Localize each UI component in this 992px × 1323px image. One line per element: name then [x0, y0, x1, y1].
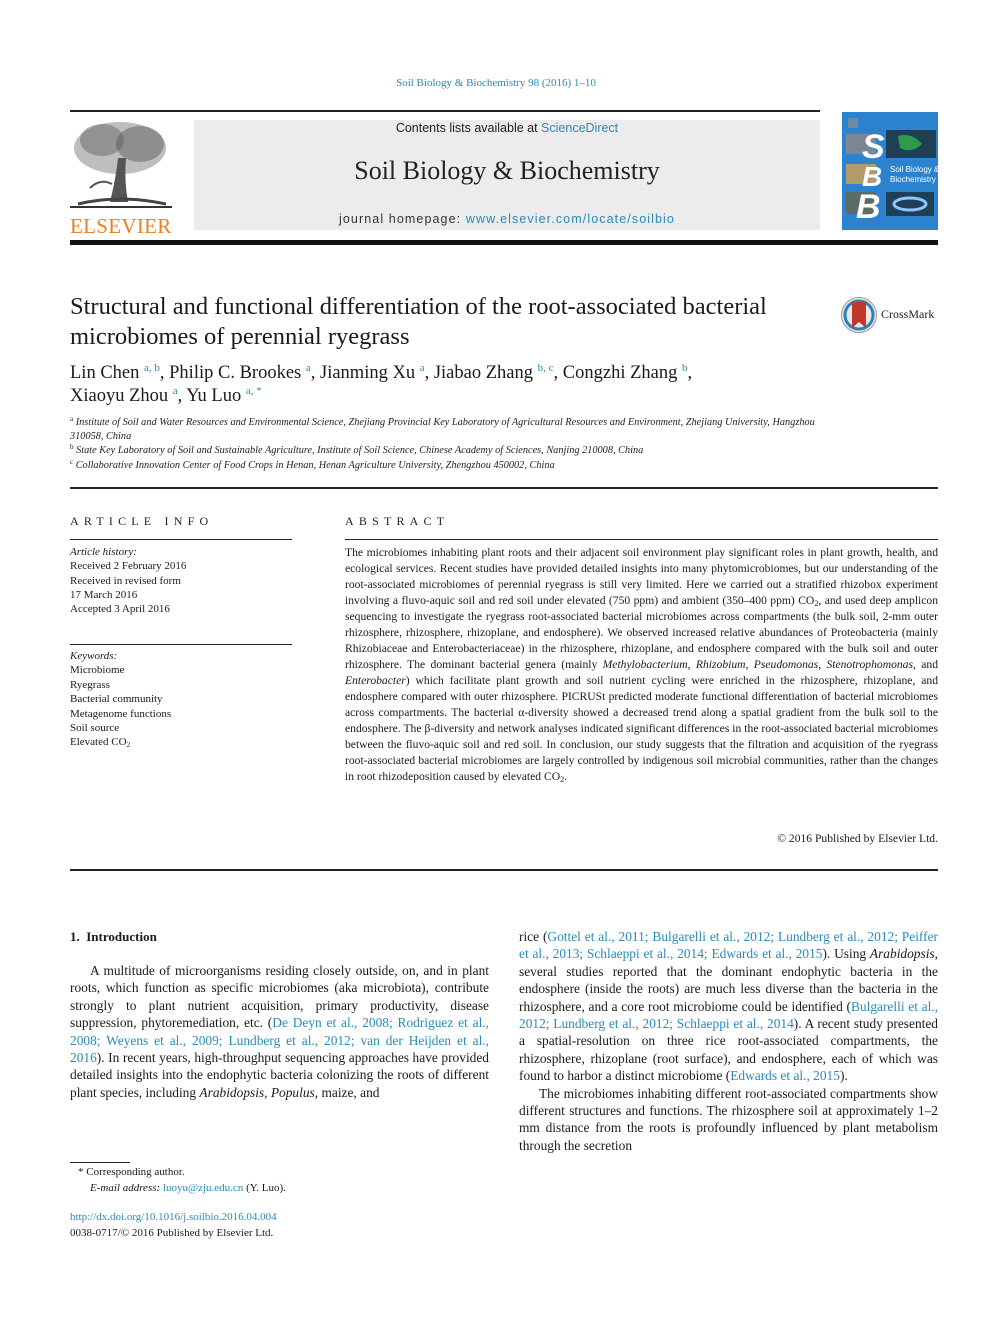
cover-letter-b2: B	[856, 188, 881, 226]
cover-title-line2: Biochemistry	[890, 175, 936, 184]
author[interactable]: Yu Luo a, *	[186, 385, 262, 407]
keyword-item: Ryegrass	[70, 678, 110, 691]
history-item: Accepted 3 April 2016	[70, 603, 170, 616]
history-item: Received in revised form	[70, 574, 181, 587]
author-affiliation-mark[interactable]: b, c	[538, 362, 554, 374]
keywords-label: Keywords:	[70, 650, 118, 662]
author[interactable]: Xiaoyu Zhou a	[70, 386, 178, 407]
article-history-label: Article history:	[70, 546, 137, 558]
elsevier-logo[interactable]: ELSEVIER	[70, 118, 172, 238]
footnotes: * Corresponding author. E-mail address: …	[70, 1165, 390, 1196]
journal-cover-art: S B B Soil Biology & Biochemistry	[842, 112, 938, 230]
author[interactable]: Congzhi Zhang b	[563, 363, 688, 384]
email-link[interactable]: luoyu@zju.edu.cn	[163, 1182, 243, 1194]
corresponding-author-note: * Corresponding author.	[78, 1166, 185, 1178]
journal-homepage-link[interactable]: www.elsevier.com/locate/soilbio	[466, 212, 675, 226]
author-list: Lin Chen a, b, Philip C. Brookes a, Jian…	[70, 362, 693, 407]
footnote-rule	[70, 1162, 130, 1163]
citation-link[interactable]: Edwards et al., 2015	[730, 1068, 840, 1083]
masthead-top-rule	[70, 110, 820, 112]
crossmark-label: CrossMark	[881, 307, 935, 321]
introduction-paragraph: A multitude of microorganisms residing c…	[70, 963, 489, 1100]
introduction-paragraph: The microbiomes inhabiting different roo…	[519, 1085, 938, 1153]
keywords: Keywords: Microbiome Ryegrass Bacterial …	[70, 649, 292, 750]
elsevier-wordmark: ELSEVIER	[70, 214, 172, 238]
sciencedirect-link[interactable]: ScienceDirect	[541, 121, 618, 135]
article-history: Article history: Received 2 February 201…	[70, 545, 292, 616]
affiliation-item: a Institute of Soil and Water Resources …	[70, 415, 815, 443]
history-item: 17 March 2016	[70, 588, 138, 601]
doi-link[interactable]: http://dx.doi.org/10.1016/j.soilbio.2016…	[70, 1210, 390, 1226]
homepage-prefix: journal homepage:	[338, 212, 466, 226]
crossmark-icon	[841, 297, 877, 333]
keyword-item: Elevated CO2	[70, 736, 131, 750]
author[interactable]: Jianming Xu a	[320, 363, 425, 384]
email-note: E-mail address: luoyu@zju.edu.cn (Y. Luo…	[90, 1181, 286, 1194]
cover-title-line1: Soil Biology &	[890, 165, 938, 174]
affiliations: a Institute of Soil and Water Resources …	[70, 416, 830, 473]
elsevier-tree-icon	[70, 118, 172, 210]
journal-homepage-line: journal homepage: www.elsevier.com/locat…	[194, 212, 820, 226]
affiliation-item: b State Key Laboratory of Soil and Susta…	[70, 443, 644, 457]
author-affiliation-mark[interactable]: a, b	[144, 362, 160, 374]
introduction-paragraph: rice (Gottel et al., 2011; Bulgarelli et…	[519, 929, 938, 1084]
issn-copyright: 0038-0717/© 2016 Published by Elsevier L…	[70, 1226, 274, 1239]
history-item: Received 2 February 2016	[70, 560, 187, 573]
keyword-item: Microbiome	[70, 664, 125, 677]
running-head-citation[interactable]: Soil Biology & Biochemistry 98 (2016) 1–…	[0, 77, 992, 89]
affiliation-item: c Collaborative Innovation Center of Foo…	[70, 457, 555, 471]
author[interactable]: Lin Chen a, b	[70, 362, 160, 384]
introduction-right-column: rice (Gottel et al., 2011; Bulgarelli et…	[519, 928, 938, 1154]
crossmark-badge[interactable]: CrossMark	[840, 296, 940, 334]
author-affiliation-mark[interactable]: a, *	[246, 385, 262, 397]
keywords-rule	[70, 644, 292, 645]
section-divider	[70, 869, 938, 871]
journal-masthead: Contents lists available at ScienceDirec…	[194, 120, 820, 230]
abstract-body: The microbiomes inhabiting plant roots a…	[345, 546, 938, 784]
journal-title: Soil Biology & Biochemistry	[354, 156, 660, 185]
author[interactable]: Jiabao Zhang b, c	[434, 362, 554, 384]
contents-prefix: Contents lists available at	[395, 121, 542, 135]
abstract-heading: ABSTRACT	[345, 514, 450, 528]
abstract-copyright: © 2016 Published by Elsevier Ltd.	[777, 832, 938, 845]
article-title: Structural and functional differentiatio…	[70, 293, 767, 350]
masthead-bottom-rule	[70, 240, 938, 245]
keyword-item: Metagenome functions	[70, 707, 172, 720]
contents-available-line: Contents lists available at ScienceDirec…	[194, 121, 820, 135]
introduction-heading: 1. Introduction	[70, 929, 157, 944]
article-info-heading: ARTICLE INFO	[70, 514, 214, 528]
journal-cover-thumbnail[interactable]: S B B Soil Biology & Biochemistry	[842, 112, 938, 230]
keyword-item: Soil source	[70, 722, 120, 735]
abstract-rule	[345, 539, 938, 540]
article-info-rule	[70, 539, 292, 540]
doi-block: http://dx.doi.org/10.1016/j.soilbio.2016…	[70, 1210, 390, 1241]
section-divider	[70, 487, 938, 489]
author[interactable]: Philip C. Brookes a	[169, 363, 311, 384]
keyword-item: Bacterial community	[70, 693, 163, 706]
